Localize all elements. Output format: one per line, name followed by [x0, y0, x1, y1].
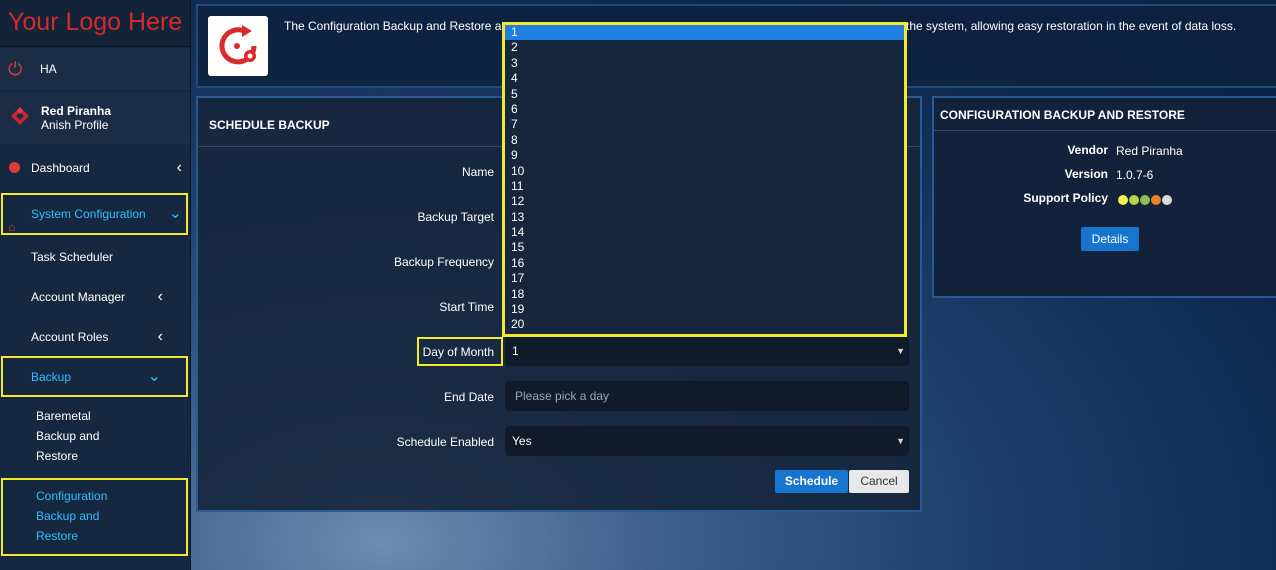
sidebar-item-label: Restore [36, 449, 79, 463]
dropdown-option[interactable]: 6 [505, 102, 904, 117]
dropdown-option[interactable]: 17 [505, 271, 904, 286]
support-dot [1162, 195, 1172, 205]
sidebar-item-label: Account Roles [31, 330, 109, 344]
profile-subtitle: Anish Profile [41, 118, 109, 132]
version-label: Version [1064, 167, 1108, 181]
dropdown-option[interactable]: 12 [505, 194, 904, 209]
support-dot [1140, 195, 1150, 205]
sidebar: Your Logo Here ⏻ HA Red Piranha Anish Pr… [0, 0, 191, 570]
dropdown-option[interactable]: 14 [505, 225, 904, 240]
sidebar-item-label: Backup and [36, 429, 100, 443]
dropdown-option[interactable]: 2 [505, 40, 904, 55]
caret-down-icon: ▼ [896, 436, 905, 446]
vendor-value: Red Piranha [1116, 144, 1183, 158]
dropdown-option[interactable]: 7 [505, 117, 904, 132]
support-policy-label: Support Policy [1023, 191, 1108, 205]
sidebar-item-dashboard[interactable]: Dashboard ‹ [0, 148, 190, 188]
sidebar-item-label: HA [40, 62, 57, 76]
select-value: Yes [512, 434, 532, 448]
dropdown-option[interactable]: 18 [505, 287, 904, 302]
backup-target-label: Backup Target [417, 210, 495, 224]
highlight-configuration-backup [1, 478, 188, 556]
dropdown-option[interactable]: 4 [505, 71, 904, 86]
info-title: CONFIGURATION BACKUP AND RESTORE [940, 108, 1185, 122]
chevron-left-icon: ‹ [157, 328, 163, 345]
select-value: 1 [512, 344, 519, 358]
highlight-system-configuration [1, 193, 188, 235]
dropdown-option[interactable]: 8 [505, 133, 904, 148]
logo-text: Your Logo Here [0, 0, 190, 47]
app-info-panel: CONFIGURATION BACKUP AND RESTORE Vendor … [932, 96, 1276, 298]
vendor-label: Vendor [1067, 143, 1108, 157]
power-icon: ⏻ [8, 59, 23, 79]
end-date-input[interactable]: Please pick a day [505, 381, 909, 411]
sidebar-item-account-roles[interactable]: Account Roles ‹ [0, 317, 190, 357]
start-time-label: Start Time [439, 300, 494, 314]
day-of-month-dropdown-list[interactable]: 1 2 3 4 5 6 7 8 9 10 11 12 13 14 15 16 1… [502, 22, 907, 337]
sidebar-item-label: Baremetal [36, 409, 91, 423]
dropdown-option[interactable]: 11 [505, 179, 904, 194]
support-policy-indicator [1118, 194, 1173, 208]
dropdown-option[interactable]: 13 [505, 210, 904, 225]
divider [934, 130, 1276, 131]
backup-restore-icon [208, 16, 268, 76]
banner-text-end: the system, allowing easy restoration in… [906, 19, 1237, 33]
dropdown-option[interactable]: 16 [505, 256, 904, 271]
highlight-day-of-month [417, 337, 503, 366]
sidebar-item-label: Dashboard [31, 161, 90, 175]
sidebar-item-baremetal-backup[interactable]: Baremetal Backup and Restore [36, 406, 156, 466]
chevron-left-icon: ‹ [157, 288, 163, 305]
sidebar-item-label: Account Manager [31, 290, 126, 304]
sidebar-item-account-manager[interactable]: Account Manager ‹ [0, 277, 190, 317]
schedule-enabled-label: Schedule Enabled [396, 435, 494, 449]
support-dot [1129, 195, 1139, 205]
sidebar-item-task-scheduler[interactable]: Task Scheduler [0, 237, 190, 277]
schedule-button[interactable]: Schedule [775, 470, 848, 493]
version-value: 1.0.7-6 [1116, 168, 1154, 182]
chevron-left-icon: ‹ [176, 159, 182, 176]
dropdown-option[interactable]: 19 [505, 302, 904, 317]
highlight-backup [1, 356, 188, 397]
sidebar-item-label: Task Scheduler [31, 250, 114, 264]
schedule-enabled-select[interactable]: Yes ▼ [505, 426, 909, 456]
dropdown-option[interactable]: 9 [505, 148, 904, 163]
dropdown-option[interactable]: 1 [505, 25, 904, 41]
dropdown-option[interactable]: 20 [505, 317, 904, 332]
support-dot [1151, 195, 1161, 205]
end-date-label: End Date [443, 390, 494, 404]
red-piranha-logo-icon [11, 107, 29, 125]
sidebar-item-ha[interactable]: ⏻ HA [0, 48, 190, 90]
name-label: Name [461, 165, 494, 179]
dropdown-option[interactable]: 15 [505, 240, 904, 255]
support-dot [1118, 195, 1128, 205]
dropdown-option[interactable]: 3 [505, 56, 904, 71]
caret-down-icon: ▼ [896, 346, 905, 356]
backup-frequency-label: Backup Frequency [393, 255, 494, 269]
day-of-month-select[interactable]: 1 ▼ [505, 336, 909, 366]
panel-title: SCHEDULE BACKUP [209, 118, 330, 132]
dropdown-option[interactable]: 10 [505, 164, 904, 179]
details-button[interactable]: Details [1081, 227, 1139, 251]
dashboard-icon [9, 162, 20, 173]
cancel-button[interactable]: Cancel [849, 470, 909, 493]
banner-text-start: The Configuration Backup and Restore a [284, 19, 502, 33]
profile-block[interactable]: Red Piranha Anish Profile [0, 92, 190, 144]
profile-name: Red Piranha [41, 104, 112, 118]
dropdown-option[interactable]: 5 [505, 87, 904, 102]
